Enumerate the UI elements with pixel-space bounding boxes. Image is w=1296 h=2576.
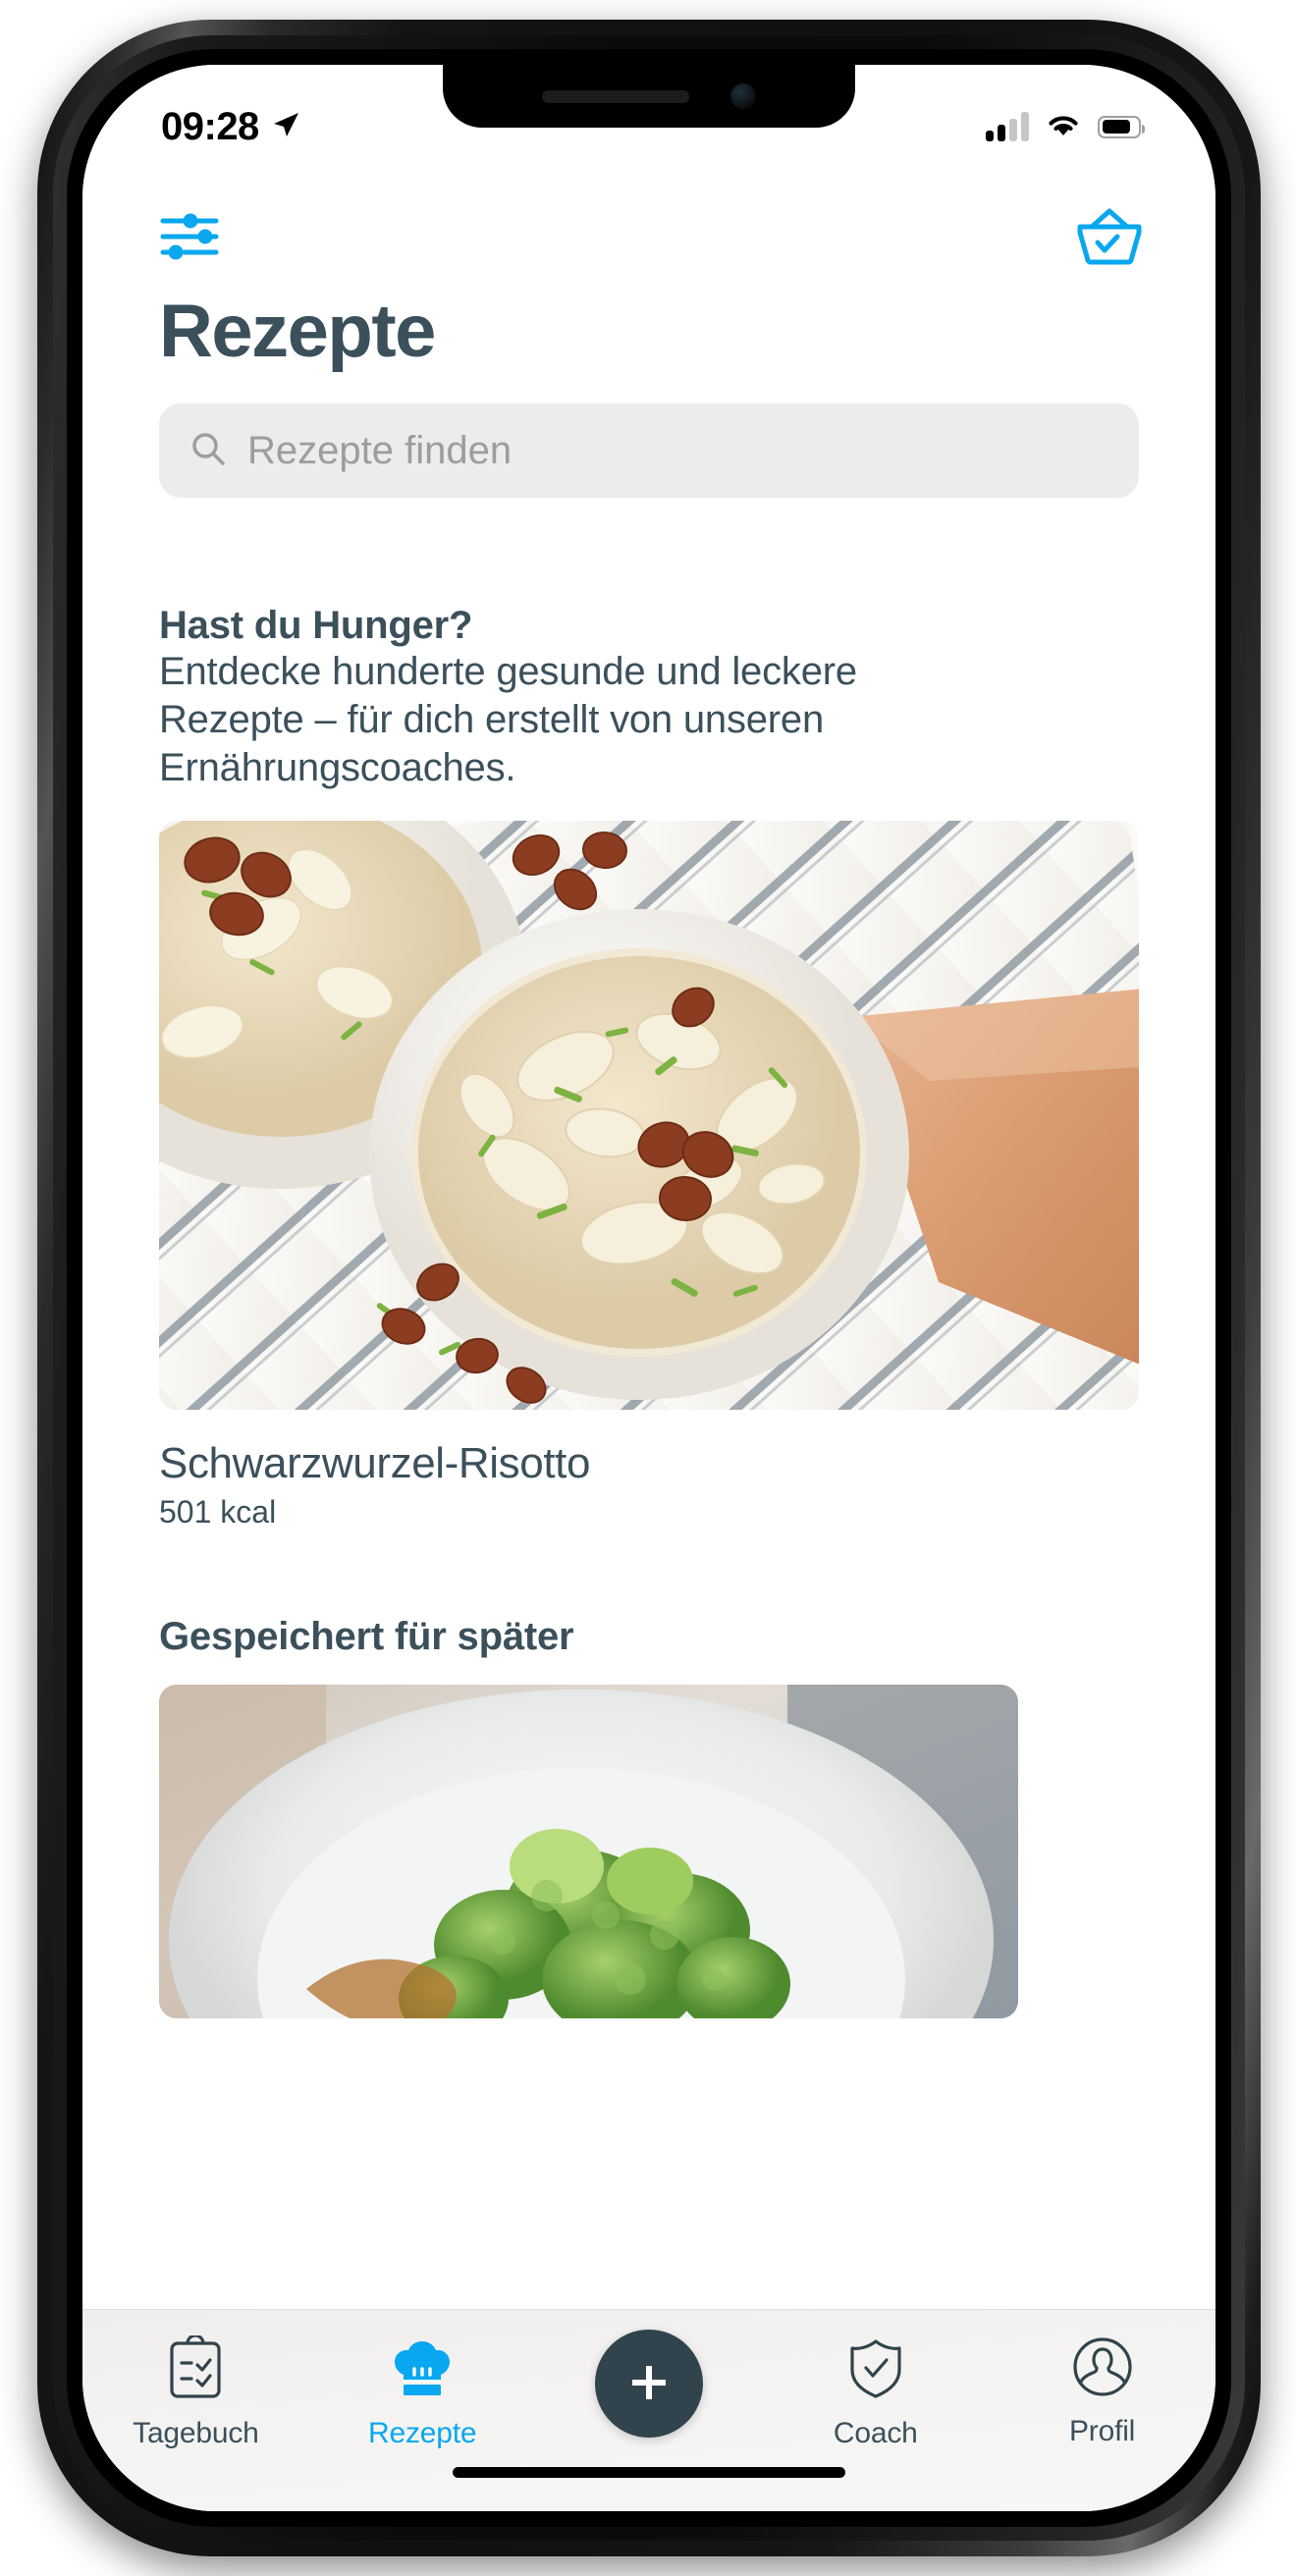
home-indicator[interactable] <box>453 2467 845 2478</box>
featured-recipe-calories: 501 kcal <box>159 1494 277 1530</box>
plus-icon <box>624 2358 674 2410</box>
tab-label-coach: Coach <box>833 2417 918 2449</box>
search-input[interactable] <box>247 428 1109 473</box>
search-icon <box>189 429 228 473</box>
screenshot-stage: Rezepte Rezepte finden Hast du Hunger? E… <box>0 0 1296 2576</box>
status-bar-left: 09:28 <box>161 105 300 149</box>
phone-screen: Rezepte Rezepte finden Hast du Hunger? E… <box>82 65 1215 2511</box>
page-title: Rezepte <box>159 290 436 373</box>
status-bar-right <box>986 111 1145 143</box>
phone-frame-inner: Rezepte Rezepte finden Hast du Hunger? E… <box>53 35 1245 2541</box>
tab-coach[interactable]: Coach <box>762 2335 989 2450</box>
app-header <box>82 167 1215 267</box>
add-entry-button[interactable] <box>594 2330 703 2438</box>
promo-block: Hast du Hunger? Entdecke hunderte gesund… <box>82 498 1215 791</box>
promo-line-2: Rezepte – für dich erstellt von unseren <box>159 697 825 741</box>
tab-profil[interactable]: Profil <box>989 2335 1215 2448</box>
clipboard-check-icon <box>166 2334 225 2403</box>
search-field[interactable] <box>159 403 1139 498</box>
tab-rezepte[interactable]: Rezepte <box>309 2335 536 2450</box>
promo-line-1: Entdecke hunderte gesunde und leckere <box>159 650 857 693</box>
filter-sliders-icon[interactable] <box>159 212 220 261</box>
wifi-icon <box>1045 111 1082 143</box>
battery-icon <box>1098 115 1145 138</box>
status-time: 09:28 <box>161 104 259 148</box>
featured-recipe-name: Schwarzwurzel-Risotto <box>159 1439 591 1488</box>
phone-frame: Rezepte Rezepte finden Hast du Hunger? E… <box>37 20 1261 2556</box>
person-circle-icon <box>1071 2335 1134 2401</box>
phone-bezel: Rezepte Rezepte finden Hast du Hunger? E… <box>67 49 1231 2527</box>
chef-hat-icon <box>390 2335 455 2403</box>
search-section <box>82 374 1215 498</box>
location-arrow-icon <box>271 105 300 149</box>
promo-line-3: Ernährungscoaches. <box>159 745 516 789</box>
add-entry-slot <box>536 2330 763 2438</box>
promo-heading: Hast du Hunger? <box>159 604 473 647</box>
shield-check-icon <box>845 2335 906 2403</box>
featured-recipe-card[interactable]: Schwarzwurzel-Risotto 501 kcal <box>82 791 1215 1530</box>
tab-label-tagebuch: Tagebuch <box>133 2417 259 2449</box>
tab-label-rezepte: Rezepte <box>368 2417 477 2449</box>
saved-recipe-list <box>82 1659 1215 2019</box>
shopping-basket-check-icon[interactable] <box>1074 206 1145 267</box>
phone-notch <box>443 65 855 128</box>
featured-recipe-image[interactable] <box>159 821 1139 1411</box>
app-screen-rezepte: Rezepte Rezepte finden Hast du Hunger? E… <box>82 65 1215 2511</box>
front-camera <box>730 83 756 109</box>
saved-section-heading: Gespeichert für später <box>159 1615 574 1659</box>
saved-recipe-image[interactable] <box>159 1685 1018 2019</box>
bottom-tab-bar: Tagebuch Rezepte Coach Profil <box>82 2309 1215 2511</box>
earpiece-speaker <box>542 89 689 103</box>
tab-label-profil: Profil <box>1069 2415 1136 2447</box>
cellular-signal-icon <box>986 112 1029 141</box>
tab-tagebuch[interactable]: Tagebuch <box>82 2334 309 2450</box>
